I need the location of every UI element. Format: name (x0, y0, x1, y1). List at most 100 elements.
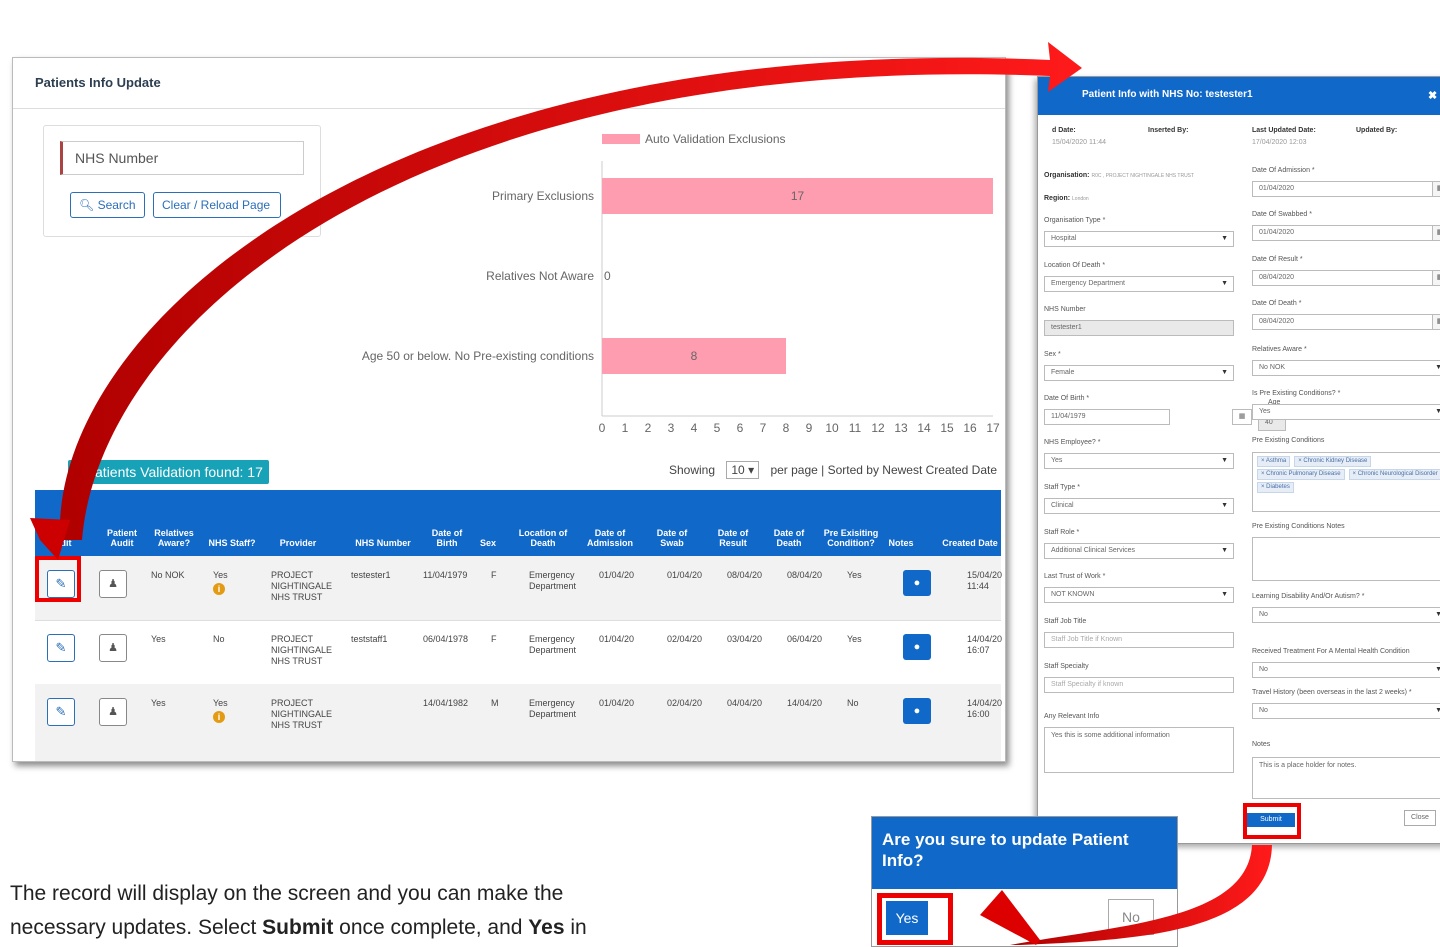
notes-textarea[interactable]: This is a place holder for notes. (1252, 757, 1440, 799)
no-button[interactable]: No (1108, 899, 1154, 935)
column-header[interactable]: Date of Admission (579, 528, 641, 548)
x-tick-label: 7 (760, 421, 767, 435)
region-value: London (1072, 196, 1089, 202)
condition-tag[interactable]: × Chronic Neurological Disorder (1348, 469, 1440, 480)
left-1-label: Location Of Death * (1044, 262, 1106, 269)
left-4-field[interactable]: 11/04/1979 (1044, 409, 1170, 425)
right-1-field[interactable]: 01/04/2020 ▦ (1252, 225, 1440, 241)
search-button[interactable]: 🔍︎ Search (70, 192, 145, 218)
column-header[interactable]: Date of Birth (423, 528, 471, 548)
relevant-info-textarea[interactable]: Yes this is some additional information (1044, 727, 1234, 773)
x-tick-label: 13 (894, 421, 908, 435)
left-5-field[interactable]: Yes ▼ (1044, 453, 1234, 469)
column-header[interactable]: Date of Swab (647, 528, 697, 548)
right-4-label: Relatives Aware * (1252, 346, 1307, 353)
cell-nhs: testester1 (351, 570, 391, 580)
relevant-info-label: Any Relevant Info (1044, 713, 1100, 720)
right-4-field[interactable]: No NOK ▼ (1252, 360, 1440, 376)
calendar-icon[interactable]: ▦ (1432, 315, 1440, 329)
close-button[interactable]: Close (1404, 810, 1436, 826)
column-header[interactable]: Sex (473, 538, 503, 548)
pre-conditions-notes-textarea[interactable] (1252, 537, 1440, 581)
left-0-value: Hospital (1051, 235, 1077, 242)
cell-dob: 06/04/1978 (423, 634, 469, 644)
notes-button[interactable]: ● (903, 698, 931, 724)
left-7-field[interactable]: Additional Clinical Services ▼ (1044, 543, 1234, 559)
right-5-field[interactable]: Yes ▼ (1252, 404, 1440, 420)
column-header[interactable]: Notes (881, 538, 921, 548)
condition-tag[interactable]: × Chronic Kidney Disease (1294, 456, 1372, 467)
left-8-label: Last Trust of Work * (1044, 573, 1106, 580)
left-0-field[interactable]: Hospital ▼ (1044, 231, 1234, 247)
info-icon[interactable]: i (213, 583, 225, 595)
calendar-icon[interactable]: ▦ (1432, 271, 1440, 285)
column-header[interactable]: Date of Result (707, 528, 759, 548)
calendar-icon[interactable]: ▦ (1432, 226, 1440, 240)
patient-audit-button[interactable]: ♟ (99, 634, 127, 662)
pre-conditions-select[interactable]: × Asthma × Chronic Kidney Disease × Chroni… (1252, 452, 1440, 512)
right2-1-field[interactable]: No ▼ (1252, 662, 1440, 678)
right-5-label: Is Pre Existing Conditions? * (1252, 390, 1341, 397)
condition-tag[interactable]: × Chronic Pulmonary Disease (1257, 469, 1345, 480)
edit-button[interactable]: ✎ (47, 634, 75, 662)
per-page-select[interactable]: 10 ▾ (726, 461, 760, 479)
left-8-field[interactable]: NOT KNOWN ▼ (1044, 587, 1234, 603)
cell-adm: 01/04/20 (599, 698, 635, 708)
right2-0-field[interactable]: No ▼ (1252, 607, 1440, 623)
chevron-down-icon: ▼ (1221, 591, 1228, 598)
edit-button[interactable]: ✎ (47, 698, 75, 726)
dob-calendar-icon[interactable]: ▦ (1232, 409, 1252, 425)
right-0-field[interactable]: 01/04/2020 ▦ (1252, 181, 1440, 197)
column-header[interactable]: Patient Audit (97, 528, 147, 548)
left-1-field[interactable]: Emergency Department ▼ (1044, 276, 1234, 292)
cell-adm: 01/04/20 (599, 570, 635, 580)
close-icon[interactable]: ✖ (1428, 89, 1437, 102)
left-6-field[interactable]: Clinical ▼ (1044, 498, 1234, 514)
nhs-number-input[interactable]: NHS Number (60, 141, 304, 175)
patient-audit-button[interactable]: ♟ (99, 698, 127, 726)
region-label: Region: (1044, 195, 1071, 202)
right2-2-field[interactable]: No ▼ (1252, 703, 1440, 719)
patient-audit-button[interactable]: ♟ (99, 570, 127, 598)
cell-created: 14/04/20 16:07 (967, 634, 1003, 655)
column-header[interactable]: Relatives Aware? (145, 528, 203, 548)
chevron-down-icon: ▼ (1221, 502, 1228, 509)
clear-reload-button[interactable]: Clear / Reload Page (153, 192, 281, 218)
comment-icon: ● (913, 577, 921, 589)
right-2-field[interactable]: 08/04/2020 ▦ (1252, 270, 1440, 286)
notes-button[interactable]: ● (903, 570, 931, 596)
column-header[interactable]: NHS Number (353, 538, 413, 548)
cell-dob: 11/04/1979 (423, 570, 468, 580)
column-header[interactable]: NHS Staff? (207, 538, 257, 548)
left-2-label: NHS Number (1044, 306, 1086, 313)
user-icon: ♟ (108, 706, 118, 718)
column-header[interactable]: Provider (263, 538, 333, 548)
cell-sex: F (491, 634, 497, 644)
left-2-value: testester1 (1051, 324, 1082, 331)
cell-aware: Yes (151, 698, 166, 708)
cell-death: 06/04/20 (787, 634, 823, 644)
right-3-field[interactable]: 08/04/2020 ▦ (1252, 314, 1440, 330)
cell-nhs: teststaff1 (351, 634, 388, 644)
condition-tag[interactable]: × Diabetes (1257, 482, 1294, 493)
cell-provider: PROJECT NIGHTINGALE NHS TRUST (271, 570, 333, 602)
column-header[interactable]: Created Date (939, 538, 1001, 548)
condition-tag[interactable]: × Asthma (1257, 456, 1291, 467)
left-10-field[interactable]: Staff Specialty if known (1044, 677, 1234, 693)
column-header[interactable]: Pre Exisiting Condition? (823, 528, 879, 548)
left-9-field[interactable]: Staff Job Title if Known (1044, 632, 1234, 648)
column-header[interactable]: Edit (43, 538, 83, 548)
chevron-down-icon: ▼ (1221, 457, 1228, 464)
right-1-value: 01/04/2020 (1259, 229, 1295, 236)
left-3-value: Female (1051, 369, 1075, 376)
calendar-icon[interactable]: ▦ (1432, 182, 1440, 196)
bar-value-label: 17 (791, 189, 805, 203)
column-header[interactable]: Date of Death (763, 528, 815, 548)
notes-button[interactable]: ● (903, 634, 931, 660)
inserted-date-value: 15/04/2020 11:44 (1052, 139, 1106, 146)
right-3-value: 08/04/2020 (1259, 318, 1295, 325)
divider (13, 108, 1005, 109)
info-icon[interactable]: i (213, 711, 225, 723)
column-header[interactable]: Location of Death (513, 528, 573, 548)
left-3-field[interactable]: Female ▼ (1044, 365, 1234, 381)
